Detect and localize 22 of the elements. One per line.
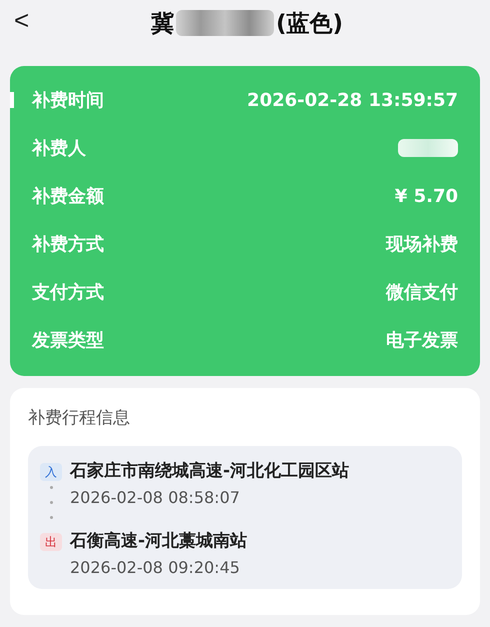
section-title: 补费行程信息 xyxy=(28,407,131,429)
stop-badge: 出 xyxy=(40,533,62,551)
detail-value: 微信支付 xyxy=(386,281,458,304)
detail-label: 补费金额 xyxy=(32,185,104,208)
back-button[interactable]: < xyxy=(14,5,30,36)
page-title: (蓝色) xyxy=(276,10,344,38)
redaction-blur xyxy=(398,139,458,157)
detail-value: ¥ 5.70 xyxy=(394,186,458,206)
stop-time: 2026-02-08 08:58:07 xyxy=(70,488,241,507)
stop-badge: 入 xyxy=(40,463,62,481)
detail-value: 电子发票 xyxy=(386,329,458,352)
detail-value: 现场补费 xyxy=(386,233,458,256)
station-name: 石衡高速-河北藁城南站 xyxy=(70,530,248,552)
detail-label: 发票类型 xyxy=(32,329,104,352)
detail-label: 补费方式 xyxy=(32,233,104,256)
detail-label: 支付方式 xyxy=(32,281,104,304)
detail-label: 补费人 xyxy=(32,137,86,160)
detail-value: 2026-02-28 13:59:57 xyxy=(247,90,458,110)
detail-label: 补费时间 xyxy=(32,89,104,112)
station-name: 石家庄市南绕城高速-河北化工园区站 xyxy=(70,460,350,482)
stop-time: 2026-02-08 09:20:45 xyxy=(70,558,241,577)
page-title: 冀 xyxy=(150,10,174,38)
